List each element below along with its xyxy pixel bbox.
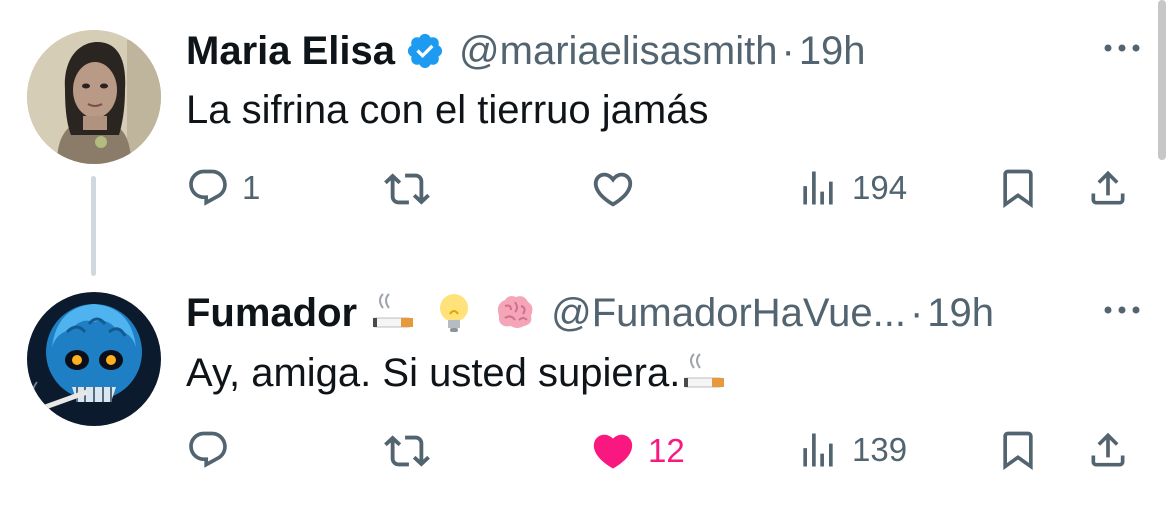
share-button[interactable] xyxy=(1086,166,1130,210)
display-name[interactable]: Fumador xyxy=(186,291,357,336)
like-button[interactable] xyxy=(590,166,648,212)
separator-dot: · xyxy=(909,290,924,335)
retweet-button[interactable] xyxy=(384,166,442,212)
separator-dot: · xyxy=(781,28,795,73)
retweet-icon xyxy=(384,173,430,205)
user-handle[interactable]: @FumadorHaVue... xyxy=(551,291,906,336)
tweet-actions: 1 194 xyxy=(0,160,1170,220)
timestamp[interactable]: 19h xyxy=(927,291,994,336)
tweet-text: Ay, amiga. Si usted supiera. xyxy=(186,351,681,395)
tweet-header: Maria Elisa @mariaelisasmith · 19h xyxy=(186,26,866,76)
avatar[interactable] xyxy=(27,292,161,426)
reply-icon xyxy=(189,169,227,206)
retweet-icon xyxy=(384,435,430,467)
bookmark-icon xyxy=(1003,169,1033,209)
display-name[interactable]: Maria Elisa xyxy=(186,29,395,74)
heart-filled-icon xyxy=(593,434,633,469)
tweet[interactable]: Maria Elisa @mariaelisasmith · 19h La si… xyxy=(0,0,1170,276)
views-chart-icon xyxy=(803,433,833,467)
heart-outline-icon xyxy=(593,172,633,207)
verified-badge-icon xyxy=(405,31,445,71)
share-icon xyxy=(1091,432,1125,467)
more-options-icon[interactable] xyxy=(1100,300,1144,320)
timestamp[interactable]: 19h xyxy=(799,29,866,74)
tweet-actions: 12 139 xyxy=(0,422,1170,482)
reply-button[interactable]: 1 xyxy=(186,166,260,210)
like-button[interactable]: 12 xyxy=(590,428,685,474)
retweet-button[interactable] xyxy=(384,428,442,474)
user-handle[interactable]: @mariaelisasmith xyxy=(459,29,777,74)
cigarette-emoji-icon xyxy=(373,293,414,328)
bookmark-button[interactable] xyxy=(996,428,1040,472)
tweet-text: La sifrina con el tierruo jamás xyxy=(186,88,709,132)
views-button[interactable]: 194 xyxy=(796,166,907,210)
avatar[interactable] xyxy=(27,30,161,164)
view-count: 194 xyxy=(852,169,908,206)
share-button[interactable] xyxy=(1086,428,1130,472)
bookmark-button[interactable] xyxy=(996,166,1040,210)
more-options-icon[interactable] xyxy=(1100,38,1144,58)
view-count: 139 xyxy=(852,431,908,468)
views-button[interactable]: 139 xyxy=(796,428,907,472)
tweet-text-container: Ay, amiga. Si usted supiera. xyxy=(186,350,728,396)
reply-button[interactable] xyxy=(186,428,242,472)
light-bulb-emoji-icon xyxy=(440,294,469,332)
views-chart-icon xyxy=(803,171,833,205)
tweet[interactable]: Fumador @FumadorHaVue... · 19h Ay, amiga… xyxy=(0,262,1170,512)
bookmark-icon xyxy=(1003,431,1033,471)
brain-emoji-icon xyxy=(497,296,533,328)
share-icon xyxy=(1091,170,1125,205)
reply-icon xyxy=(189,431,227,468)
reply-count: 1 xyxy=(242,169,261,206)
tweet-header: Fumador @FumadorHaVue... · 19h xyxy=(186,288,994,338)
cigarette-emoji-icon xyxy=(684,353,725,388)
like-count: 12 xyxy=(648,432,685,469)
